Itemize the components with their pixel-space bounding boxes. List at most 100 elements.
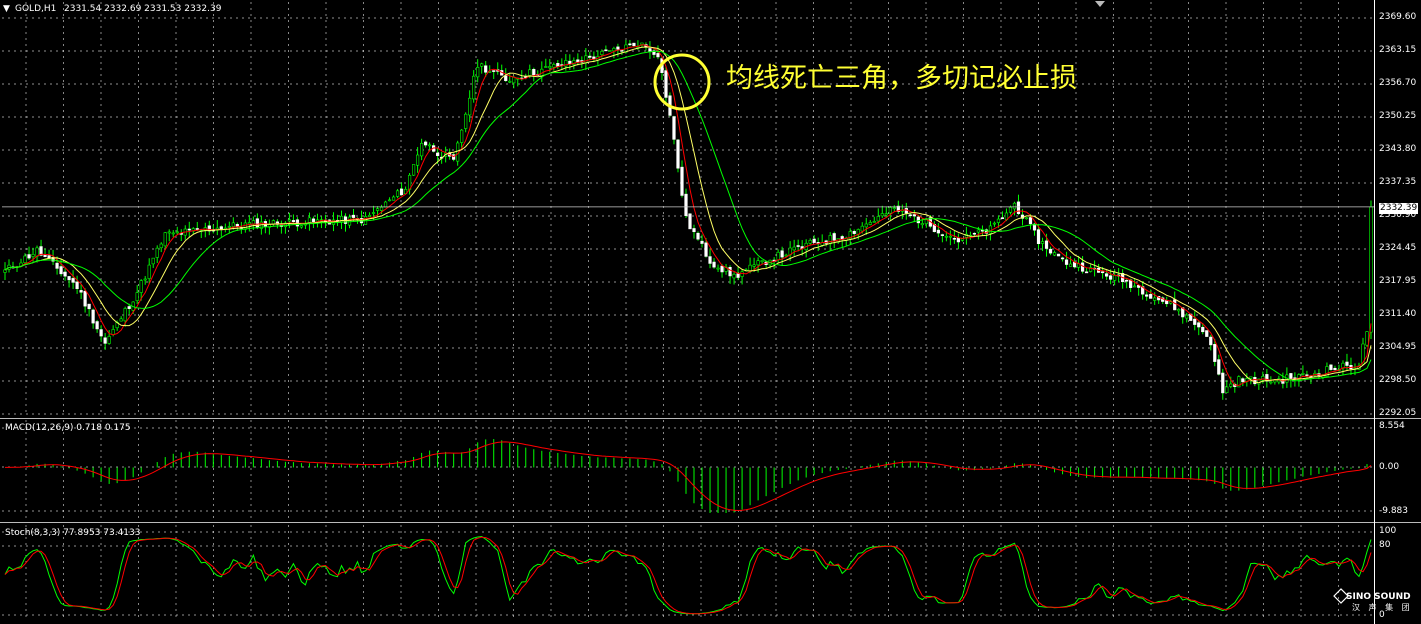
candle-body [428,144,432,147]
candle-body [468,97,472,116]
candle-body [576,59,580,63]
candle-body [1113,274,1117,281]
candle-body [648,48,652,52]
candle-body [992,222,997,225]
candle-body [1084,271,1089,274]
candle-body [1305,374,1309,377]
price-tick: 2363.15 [1379,45,1417,55]
candle-body [888,207,892,214]
candle-body [1365,331,1369,346]
candle-body [111,329,115,335]
menu-arrow-icon[interactable]: ▼ [3,4,10,15]
chart-canvas[interactable] [0,0,1421,624]
candle-body [1080,262,1085,272]
candle-body [163,232,167,247]
candle-body [1133,285,1137,288]
candle-body [872,221,876,223]
candle-body [1217,359,1221,375]
candle-body [231,222,235,227]
price-tick: 2343.80 [1379,144,1417,154]
candle-body [27,254,31,259]
candle-body [1044,240,1049,249]
candle-body [311,218,316,222]
candle-body [1205,330,1209,337]
candle-body [416,154,420,166]
candle-body [235,224,239,227]
candle-body [347,216,352,226]
candle-body [568,60,572,64]
candle-body [940,234,944,236]
candle-body [135,292,139,301]
candle-body [472,75,476,100]
candle-body [291,220,296,223]
candle-body [628,43,632,46]
macd-tick: -9.883 [1379,506,1409,516]
candle-body [892,207,896,210]
candle-body [1261,376,1265,381]
candle-body [908,214,912,217]
stoch-tick: 100 [1379,526,1397,536]
candle-body [696,232,700,240]
candle-body [375,208,380,211]
candle-body [792,246,796,251]
candle-body [544,66,548,68]
candle-body [588,55,592,58]
stoch-label: Stoch(8,3,3) 77.8953 73.4133 [5,528,141,538]
candle-body [1012,202,1017,210]
candle-body [1068,263,1073,267]
scroll-marker-icon [1095,1,1105,7]
candle-body [464,113,468,129]
candle-body [996,218,1001,223]
candle-body [1193,318,1197,325]
candle-body [480,63,484,67]
candle-body [988,225,993,234]
candle-body [612,47,616,52]
brand-logo-subtext: 汉 声 集 团 [1352,603,1413,612]
candle-body [71,278,75,283]
candle-body [23,255,27,264]
ohlc-readout: 2331.54 2332.69 2331.53 2332.39 [64,4,222,14]
candle-body [608,50,612,52]
macd-tick: 8.554 [1379,421,1405,431]
candle-body [936,229,940,234]
candle-body [123,308,127,322]
candle-body [411,164,416,176]
price-tick: 2317.95 [1379,276,1417,286]
candle-body [1016,201,1021,214]
candle-body [271,220,275,225]
candle-body [808,240,812,244]
candle-body [171,232,175,235]
candle-body [391,196,396,201]
candle-body [732,273,736,279]
candle-body [684,193,688,216]
candle-body [395,190,400,197]
candle-body [796,245,800,247]
candle-body [243,222,247,230]
price-tick: 2350.25 [1379,111,1417,121]
stoch-tick: 80 [1379,540,1391,550]
ma-mid-line [4,46,1372,384]
candle-body [1109,275,1113,280]
price-tick: 2369.60 [1379,12,1417,22]
candle-body [1153,297,1157,301]
candle-body [79,290,83,293]
candle-body [680,166,684,196]
candle-body [103,337,107,344]
candle-body [287,219,292,222]
candle-body [508,80,512,83]
candle-body [1177,309,1181,312]
candle-body [972,232,977,235]
candle-body [351,214,356,218]
candle-body [780,250,784,258]
candle-body [43,254,47,257]
macd-signal-line [5,441,1372,512]
candle-body [1209,336,1213,346]
candle-body [912,214,916,217]
candle-body [195,228,199,230]
price-tick: 2304.95 [1379,342,1417,352]
current-price-label: 2332.39 [1379,203,1419,214]
candle-body [95,321,99,330]
candle-body [167,231,171,234]
candle-body [399,188,404,196]
candle-body [492,70,496,72]
